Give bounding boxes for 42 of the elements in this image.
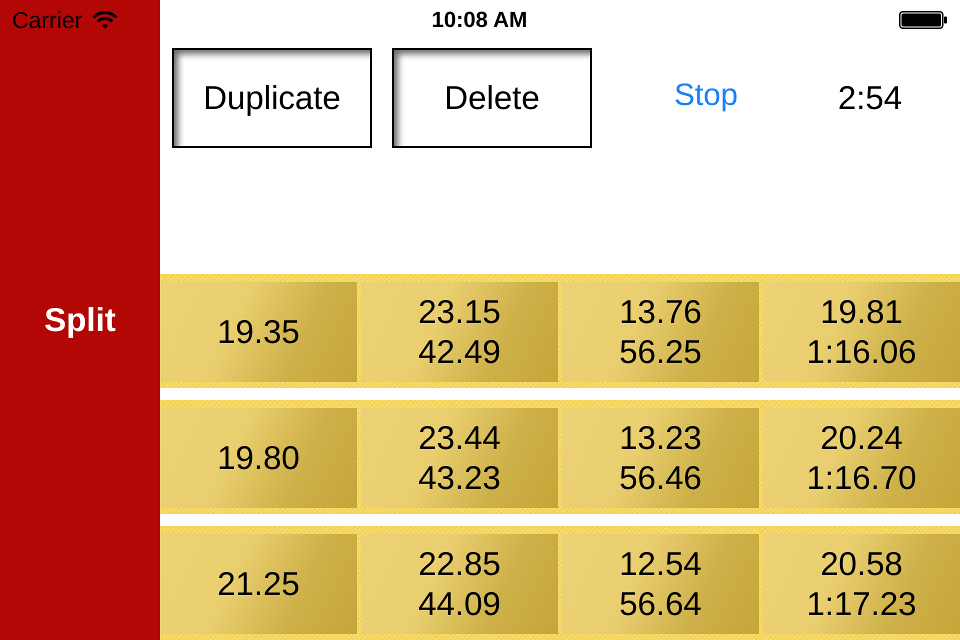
split-cell[interactable]: 12.54 56.64 (562, 534, 759, 634)
toolbar-button[interactable]: Delete (392, 48, 592, 148)
split-cell[interactable]: 21.25 (160, 534, 357, 634)
lap-time: 21.25 (217, 564, 300, 604)
toolbar-button[interactable]: Duplicate (172, 48, 372, 148)
split-cell[interactable]: 23.15 42.49 (361, 282, 558, 382)
split-cell[interactable]: 20.58 1:17.23 (763, 534, 960, 634)
lap-time: 20.58 (820, 544, 903, 584)
split-cell[interactable]: 19.35 (160, 282, 357, 382)
lap-time: 20.24 (820, 418, 903, 458)
battery-icon (899, 11, 947, 29)
total-time: 42.49 (418, 332, 501, 372)
lap-time: 19.81 (820, 292, 903, 332)
lap-time: 19.35 (217, 312, 300, 352)
sidebar-label: Split (44, 301, 116, 339)
split-cell[interactable]: 19.81 1:16.06 (763, 282, 960, 382)
split-cell[interactable]: 22.85 44.09 (361, 534, 558, 634)
clock-time: 10:08 AM (432, 7, 528, 33)
lap-time: 13.23 (619, 418, 702, 458)
split-cell[interactable]: 19.80 (160, 408, 357, 508)
total-time: 1:17.23 (806, 584, 917, 624)
wifi-icon (92, 11, 118, 29)
total-time: 56.46 (619, 458, 702, 498)
total-time: 1:16.70 (806, 458, 917, 498)
lap-time: 23.44 (418, 418, 501, 458)
lap-time: 23.15 (418, 292, 501, 332)
total-time: 44.09 (418, 584, 501, 624)
timer-text: 2:54 (838, 79, 902, 117)
split-cell[interactable]: 20.24 1:16.70 (763, 408, 960, 508)
split-cell[interactable]: 23.44 43.23 (361, 408, 558, 508)
total-time: 43.23 (418, 458, 501, 498)
carrier-label: Carrier (12, 6, 82, 34)
lap-time: 19.80 (217, 438, 300, 478)
split-cell[interactable]: 13.76 56.25 (562, 282, 759, 382)
total-time: 1:16.06 (806, 332, 917, 372)
stop-button[interactable]: Stop (674, 77, 738, 113)
total-time: 56.25 (619, 332, 702, 372)
lap-time: 22.85 (418, 544, 501, 584)
lap-time: 12.54 (619, 544, 702, 584)
lap-time: 13.76 (619, 292, 702, 332)
split-cell[interactable]: 13.23 56.46 (562, 408, 759, 508)
total-time: 56.64 (619, 584, 702, 624)
